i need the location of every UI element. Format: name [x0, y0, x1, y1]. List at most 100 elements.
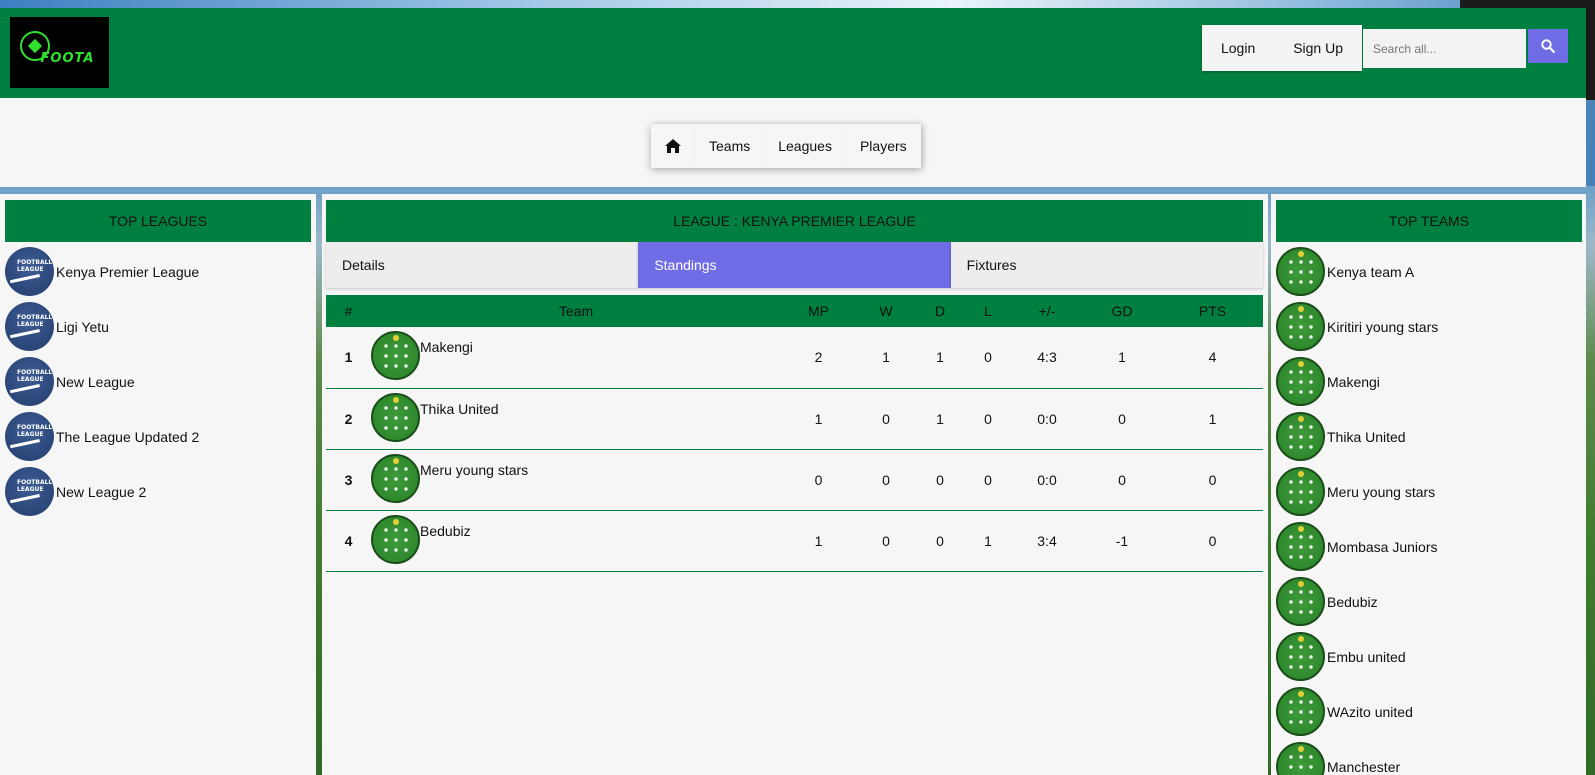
tab-details[interactable]: Details	[326, 242, 639, 288]
row-gd: 0	[1118, 471, 1126, 488]
row-d: 0	[936, 471, 944, 488]
row-team[interactable]: Thika United	[420, 393, 499, 417]
team-logo-icon	[1276, 357, 1325, 406]
league-name: New League 2	[56, 483, 147, 500]
team-item[interactable]: Bedubiz	[1276, 574, 1582, 629]
nav-teams[interactable]: Teams	[695, 124, 765, 168]
league-item[interactable]: Ligi Yetu	[5, 299, 311, 354]
logo-text: FOOTA	[40, 51, 95, 66]
row-team[interactable]: Makengi	[420, 331, 473, 355]
team-logo-icon	[371, 392, 420, 442]
tab-standings[interactable]: Standings	[638, 242, 951, 288]
team-logo-icon	[1276, 247, 1325, 296]
team-logo-icon	[1276, 302, 1325, 351]
team-name: Meru young stars	[1327, 483, 1436, 500]
team-name: Embu united	[1327, 648, 1406, 665]
team-item[interactable]: Makengi	[1276, 354, 1582, 409]
row-gd: 1	[1118, 349, 1126, 366]
top-header: FOOTA Login Sign Up	[0, 8, 1586, 98]
team-item[interactable]: Mombasa Juniors	[1276, 519, 1582, 574]
league-name: Ligi Yetu	[56, 318, 109, 335]
team-item[interactable]: Embu united	[1276, 629, 1582, 684]
signup-link[interactable]: Sign Up	[1293, 40, 1343, 56]
team-logo-icon	[371, 331, 420, 381]
team-logo-icon	[1276, 467, 1325, 516]
row-goals: 3:4	[1037, 532, 1057, 549]
row-goals: 4:3	[1037, 349, 1057, 366]
team-logo-icon	[1276, 522, 1325, 571]
row-team[interactable]: Bedubiz	[420, 515, 471, 539]
row-mp: 0	[814, 471, 823, 488]
league-tabs: Details Standings Fixtures	[326, 242, 1263, 288]
row-w: 1	[882, 349, 890, 366]
top-teams-panel: TOP TEAMS Kenya team A Kiritiri young st…	[1271, 194, 1586, 775]
home-icon	[665, 139, 681, 153]
row-l: 0	[984, 349, 992, 366]
row-pos: 3	[344, 471, 353, 488]
league-logo-icon	[5, 412, 54, 461]
col-header-w: W	[879, 303, 893, 319]
tab-fixtures[interactable]: Fixtures	[950, 242, 1263, 288]
login-link[interactable]: Login	[1221, 40, 1255, 56]
table-row[interactable]: 3 Meru young stars 0 0 0 0 0:0 0 0	[326, 449, 1263, 510]
league-item[interactable]: The League Updated 2	[5, 409, 311, 464]
team-logo-icon	[1276, 632, 1325, 681]
league-logo-icon	[5, 302, 54, 351]
row-goals: 0:0	[1037, 410, 1057, 427]
league-logo-icon	[5, 357, 54, 406]
top-teams-title: TOP TEAMS	[1276, 200, 1582, 242]
table-row[interactable]: 2 Thika United 1 0 1 0 0:0 0 1	[326, 388, 1263, 449]
search-input[interactable]	[1363, 29, 1526, 68]
nav-players[interactable]: Players	[845, 124, 921, 168]
team-logo-icon	[1276, 412, 1325, 461]
team-item[interactable]: Manchester	[1276, 739, 1582, 775]
team-logo-icon	[371, 453, 420, 503]
team-name: Thika United	[1327, 428, 1406, 445]
row-pts: 0	[1208, 471, 1217, 488]
team-item[interactable]: Kenya team A	[1276, 244, 1582, 299]
site-logo[interactable]: FOOTA	[10, 17, 109, 88]
team-item[interactable]: WAzito united	[1276, 684, 1582, 739]
row-w: 0	[882, 471, 890, 488]
team-name: Bedubiz	[1327, 593, 1378, 610]
col-header-gd: GD	[1111, 303, 1133, 319]
table-header-row: # Team MP W D L +/- GD PTS	[326, 295, 1263, 327]
row-mp: 1	[814, 532, 823, 549]
row-pts: 1	[1208, 410, 1217, 427]
row-d: 1	[936, 410, 944, 427]
team-item[interactable]: Thika United	[1276, 409, 1582, 464]
nav-leagues[interactable]: Leagues	[764, 124, 846, 168]
table-row[interactable]: 1 Makengi 2 1 1 0 4:3 1 4	[326, 327, 1263, 388]
league-list: Kenya Premier League Ligi Yetu New Leagu…	[5, 244, 311, 519]
row-team[interactable]: Meru young stars	[420, 454, 528, 478]
league-name: New League	[56, 373, 135, 390]
team-name: Kiritiri young stars	[1327, 318, 1439, 335]
team-logo-icon	[1276, 577, 1325, 626]
team-name: Makengi	[1327, 373, 1380, 390]
league-item[interactable]: Kenya Premier League	[5, 244, 311, 299]
table-row[interactable]: 4 Bedubiz 1 0 0 1 3:4 -1 0	[326, 510, 1263, 571]
team-name: Kenya team A	[1327, 263, 1415, 280]
row-goals: 0:0	[1037, 471, 1057, 488]
col-header-pos: #	[344, 303, 353, 319]
team-logo-icon	[1276, 742, 1325, 775]
league-name: The League Updated 2	[56, 428, 200, 445]
team-item[interactable]: Meru young stars	[1276, 464, 1582, 519]
league-name: Kenya Premier League	[56, 263, 200, 280]
league-item[interactable]: New League 2	[5, 464, 311, 519]
row-l: 1	[984, 532, 992, 549]
auth-links: Login Sign Up	[1202, 25, 1362, 71]
row-pts: 4	[1208, 349, 1217, 366]
col-header-pts: PTS	[1198, 303, 1227, 319]
search-button[interactable]	[1528, 29, 1568, 63]
row-w: 0	[882, 410, 890, 427]
team-logo-icon	[371, 514, 420, 564]
league-item[interactable]: New League	[5, 354, 311, 409]
standings-table: # Team MP W D L +/- GD PTS 1 Makengi 2 1…	[326, 295, 1263, 572]
nav-home[interactable]	[651, 124, 695, 168]
team-list: Kenya team A Kiritiri young stars Makeng…	[1276, 244, 1582, 775]
team-item[interactable]: Kiritiri young stars	[1276, 299, 1582, 354]
team-name: Manchester	[1327, 758, 1401, 775]
row-pos: 4	[344, 532, 353, 549]
col-header-goals: +/-	[1038, 303, 1056, 319]
